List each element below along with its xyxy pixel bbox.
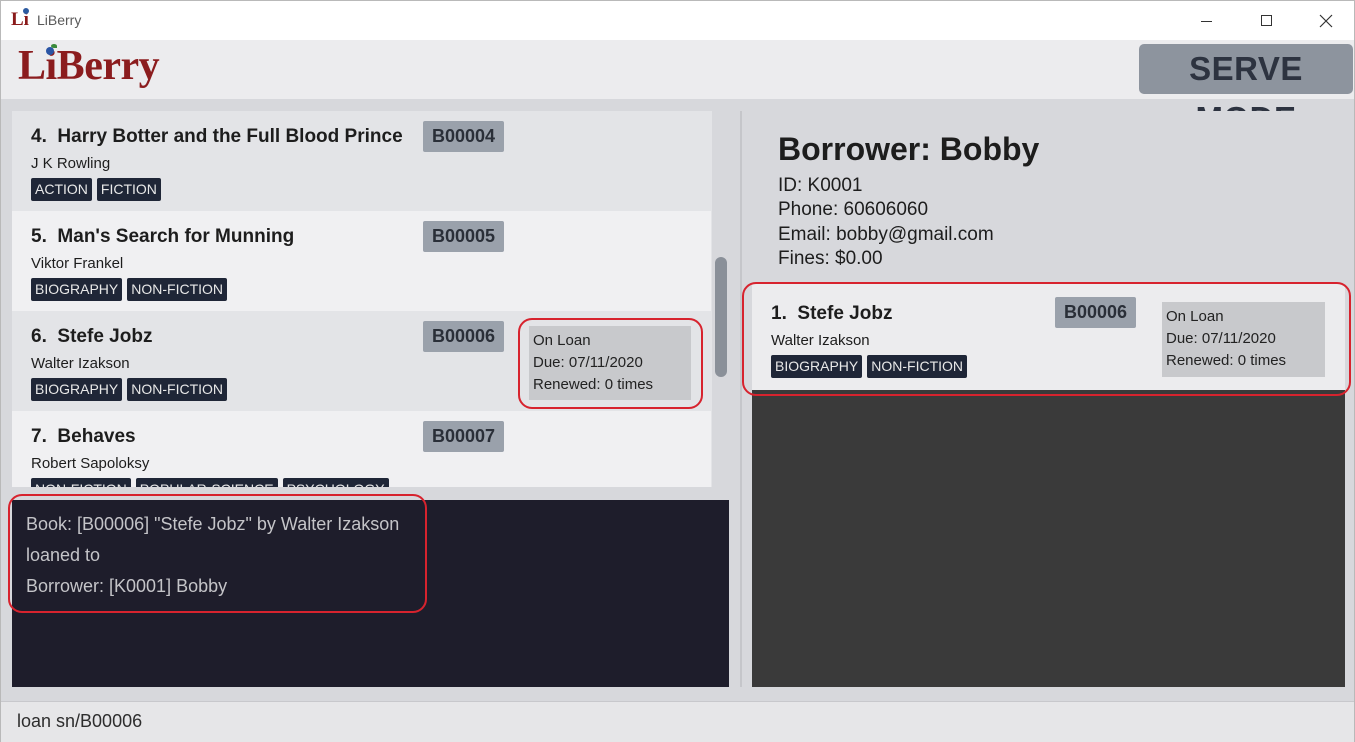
- genre-tag: NON-FICTION: [127, 278, 228, 301]
- borrowed-list-area: [752, 390, 1345, 687]
- genre-tag: PSYCHOLOGY: [282, 478, 389, 487]
- borrowed-book-card[interactable]: 1. Stefe Jobz Walter Izakson B00006 BIOG…: [752, 284, 1345, 390]
- command-input[interactable]: [17, 711, 1317, 732]
- mode-indicator: SERVE MODE: [1139, 44, 1353, 137]
- book-title: 6. Stefe Jobz: [31, 326, 153, 347]
- book-tags: BIOGRAPHY NON-FICTION: [31, 378, 232, 401]
- borrowed-book-id: B00006: [1055, 297, 1136, 328]
- result-line: loaned to: [26, 545, 101, 565]
- loan-status-box: On Loan Due: 07/11/2020 Renewed: 0 times: [529, 326, 691, 400]
- book-tags: BIOGRAPHY NON-FICTION: [31, 278, 232, 301]
- app-window: Li LiBerry LiBerry SERVE MODE 4. Harry B…: [0, 0, 1355, 742]
- genre-tag: NON-FICTION: [127, 378, 228, 401]
- loan-status: On Loan: [1166, 308, 1224, 325]
- loan-renewed: Renewed: 0 times: [1166, 352, 1287, 369]
- borrower-panel: Borrower: Bobby ID: K0001 Phone: 6060606…: [752, 111, 1345, 687]
- panel-divider[interactable]: [740, 111, 742, 687]
- book-title: 5. Man's Search for Munning: [31, 226, 295, 247]
- book-list-scrollbar[interactable]: [714, 111, 728, 487]
- maximize-icon: [1261, 15, 1272, 26]
- borrowed-book-author: Walter Izakson: [771, 332, 870, 349]
- borrowed-book-tags: BIOGRAPHY NON-FICTION: [771, 355, 972, 378]
- book-card[interactable]: 6. Stefe Jobz Walter Izakson B00006 BIOGRAP…: [12, 311, 711, 411]
- book-author: J K Rowling: [31, 155, 111, 172]
- result-display: Book: [B00006] "Stefe Jobz" by Walter Iz…: [12, 500, 729, 687]
- book-card[interactable]: 5. Man's Search for Munning Viktor Franke…: [12, 211, 711, 311]
- genre-tag: FICTION: [96, 178, 161, 201]
- app-logo-icon: Li: [11, 8, 29, 30]
- borrower-name: Borrower: Bobby: [778, 131, 1040, 167]
- minimize-icon: [1201, 21, 1212, 22]
- close-button[interactable]: [1303, 1, 1349, 40]
- borrower-id: ID: K0001: [778, 175, 863, 196]
- result-line: Book: [B00006] "Stefe Jobz" by Walter Iz…: [26, 514, 400, 534]
- book-id-badge: B00007: [423, 421, 504, 452]
- genre-tag: BIOGRAPHY: [771, 355, 863, 378]
- maximize-button[interactable]: [1244, 1, 1290, 40]
- book-list-panel[interactable]: 4. Harry Botter and the Full Blood Princ…: [12, 111, 712, 487]
- genre-tag: NON-FICTION: [31, 478, 131, 487]
- command-box: [1, 701, 1354, 742]
- book-author: Robert Sapoloksy: [31, 455, 150, 472]
- book-card[interactable]: 4. Harry Botter and the Full Blood Princ…: [12, 111, 711, 211]
- loan-due-date: Due: 07/11/2020: [1166, 330, 1276, 347]
- book-title: 4. Harry Botter and the Full Blood Princ…: [31, 126, 403, 147]
- borrowed-book-title: 1. Stefe Jobz: [771, 303, 893, 324]
- genre-tag: BIOGRAPHY: [31, 278, 123, 301]
- genre-tag: POPULAR-SCIENCE: [135, 478, 278, 487]
- book-title: 7. Behaves: [31, 426, 136, 447]
- genre-tag: BIOGRAPHY: [31, 378, 123, 401]
- loan-renewed: Renewed: 0 times: [533, 376, 654, 393]
- book-id-badge: B00004: [423, 121, 504, 152]
- loan-status-box: On Loan Due: 07/11/2020 Renewed: 0 times: [1162, 302, 1325, 377]
- book-id-badge: B00006: [423, 321, 504, 352]
- liberry-logo: LiBerry: [18, 43, 160, 89]
- loan-status: On Loan: [533, 332, 591, 349]
- result-line: Borrower: [K0001] Bobby: [26, 576, 228, 596]
- book-id-badge: B00005: [423, 221, 504, 252]
- scrollbar-thumb[interactable]: [715, 257, 727, 377]
- window-title: LiBerry: [37, 12, 82, 28]
- borrower-phone: Phone: 60606060: [778, 199, 929, 220]
- close-icon: [1319, 14, 1333, 28]
- book-author: Walter Izakson: [31, 355, 130, 372]
- borrower-email: Email: bobby@gmail.com: [778, 224, 994, 245]
- genre-tag: ACTION: [31, 178, 92, 201]
- book-tags: NON-FICTION POPULAR-SCIENCE PSYCHOLOGY: [31, 478, 394, 487]
- title-bar: Li LiBerry: [1, 1, 1354, 40]
- book-author: Viktor Frankel: [31, 255, 124, 272]
- book-tags: ACTION FICTION: [31, 178, 166, 201]
- genre-tag: NON-FICTION: [867, 355, 968, 378]
- minimize-button[interactable]: [1184, 1, 1230, 40]
- loan-due: Due: 07/11/2020: [533, 354, 643, 371]
- book-card[interactable]: 7. Behaves Robert Sapoloksy B00007 NON-FICT…: [12, 411, 711, 487]
- app-header: LiBerry SERVE MODE: [1, 40, 1354, 137]
- borrower-fines: Fines: $0.00: [778, 248, 883, 269]
